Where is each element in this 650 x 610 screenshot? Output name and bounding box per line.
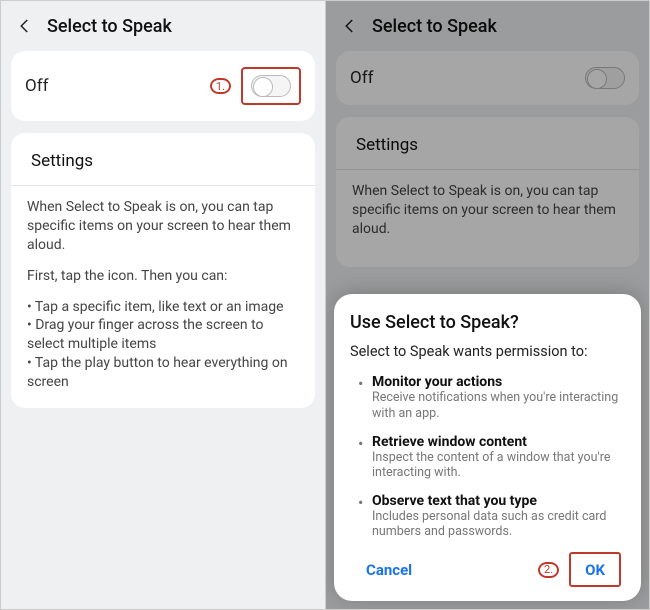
permission-desc: Includes personal data such as credit ca… — [372, 509, 625, 540]
phone-right: Select to Speak Off Settings When Select… — [325, 1, 649, 609]
settings-body: When Select to Speak is on, you can tap … — [25, 198, 301, 392]
settings-intro: When Select to Speak is on, you can tap … — [27, 198, 299, 255]
dialog-title: Use Select to Speak? — [350, 312, 625, 333]
permission-list: Monitor your actions Receive notificatio… — [350, 374, 625, 540]
permission-name: Retrieve window content — [372, 434, 625, 450]
dialog-buttons: Cancel 2. OK — [350, 552, 625, 587]
settings-lead: First, tap the icon. Then you can: — [27, 267, 299, 286]
chevron-left-icon — [16, 17, 34, 35]
back-button[interactable] — [13, 14, 37, 38]
header: Select to Speak — [1, 1, 325, 51]
feature-toggle[interactable] — [251, 75, 291, 97]
permission-name: Monitor your actions — [372, 374, 625, 390]
dialog-subtitle: Select to Speak wants permission to: — [350, 343, 625, 360]
permission-desc: Inspect the content of a window that you… — [372, 450, 625, 481]
permission-name: Observe text that you type — [372, 493, 625, 509]
ok-button-label: OK — [585, 561, 605, 579]
page-title: Select to Speak — [47, 16, 172, 37]
permission-item: Monitor your actions Receive notificatio… — [358, 374, 625, 421]
toggle-card: Off 1. — [11, 51, 315, 121]
settings-card: Settings When Select to Speak is on, you… — [11, 133, 315, 408]
toggle-highlight — [241, 67, 301, 105]
permission-item: Observe text that you type Includes pers… — [358, 493, 625, 540]
ok-button[interactable]: OK — [569, 552, 621, 587]
cancel-button[interactable]: Cancel — [354, 553, 424, 587]
settings-heading[interactable]: Settings — [25, 149, 301, 185]
settings-bullet: • Tap a specific item, like text or an i… — [27, 298, 299, 317]
phone-left: Select to Speak Off 1. Settings When Sel… — [1, 1, 325, 609]
annotation-1: 1. — [210, 78, 231, 94]
settings-bullet: • Tap the play button to hear everything… — [27, 354, 299, 392]
settings-bullet: • Drag your finger across the screen to … — [27, 316, 299, 354]
divider — [11, 185, 315, 186]
permission-item: Retrieve window content Inspect the cont… — [358, 434, 625, 481]
annotation-2: 2. — [538, 562, 559, 578]
permission-dialog: Use Select to Speak? Select to Speak wan… — [334, 294, 641, 601]
permission-desc: Receive notifications when you're intera… — [372, 390, 625, 421]
toggle-state-label: Off — [25, 76, 49, 96]
